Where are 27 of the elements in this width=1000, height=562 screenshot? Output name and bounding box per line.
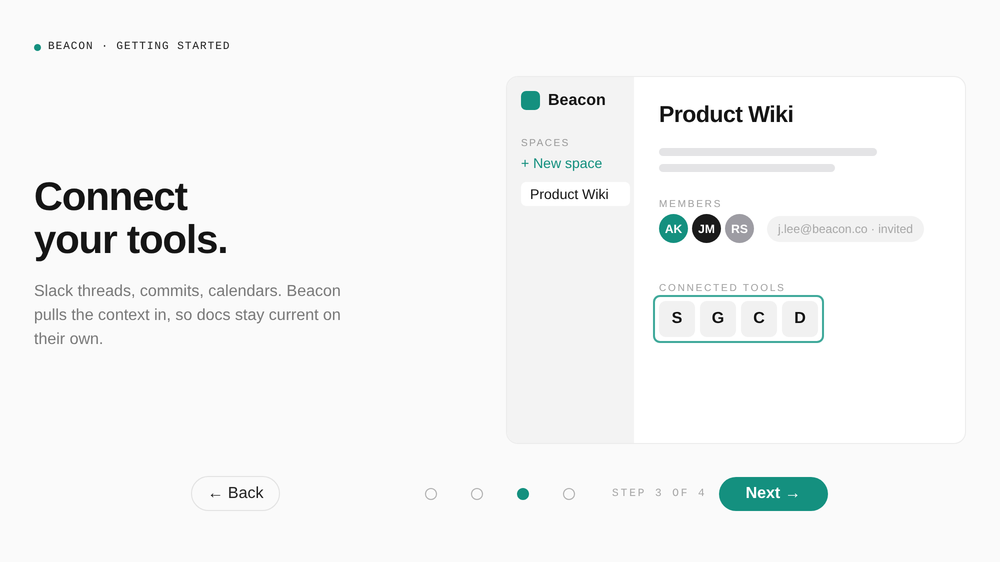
step-counter: STEP 3 OF 4 (612, 488, 707, 500)
status-dot (34, 44, 41, 50)
avatar: JM (692, 214, 721, 243)
avatar: RS (725, 214, 754, 243)
headline: Connect your tools. (34, 176, 228, 262)
avatar: AK (659, 214, 688, 243)
logo-icon (521, 91, 540, 110)
app-name: Beacon (548, 92, 606, 110)
breadcrumb-text: BEACON · GETTING STARTED (48, 41, 230, 53)
tool-tile: G (700, 301, 736, 337)
step-dot[interactable] (471, 488, 483, 500)
description: Slack threads, commits, calendars. Beacon pulls the context in, so docs stay current on their own. (34, 282, 342, 350)
section-label: SPACES (521, 138, 571, 149)
section-label: MEMBERS (659, 199, 724, 210)
step-dot[interactable] (517, 488, 529, 500)
sidebar-item[interactable]: Product Wiki (521, 182, 630, 206)
step-dot[interactable] (563, 488, 575, 500)
invite-chip: j.lee@beacon.co · invited (767, 216, 924, 242)
new-space-link[interactable]: + New space (521, 155, 630, 171)
page-title: Product Wiki (659, 101, 794, 128)
tool-tile: D (782, 301, 818, 337)
section-label: CONNECTED TOOLS (659, 283, 787, 294)
back-button[interactable]: ← Back (191, 476, 280, 511)
next-button[interactable]: Next → (718, 476, 828, 510)
step-dot[interactable] (425, 488, 437, 500)
tool-tile: C (741, 301, 777, 337)
tool-tile: S (659, 301, 695, 337)
